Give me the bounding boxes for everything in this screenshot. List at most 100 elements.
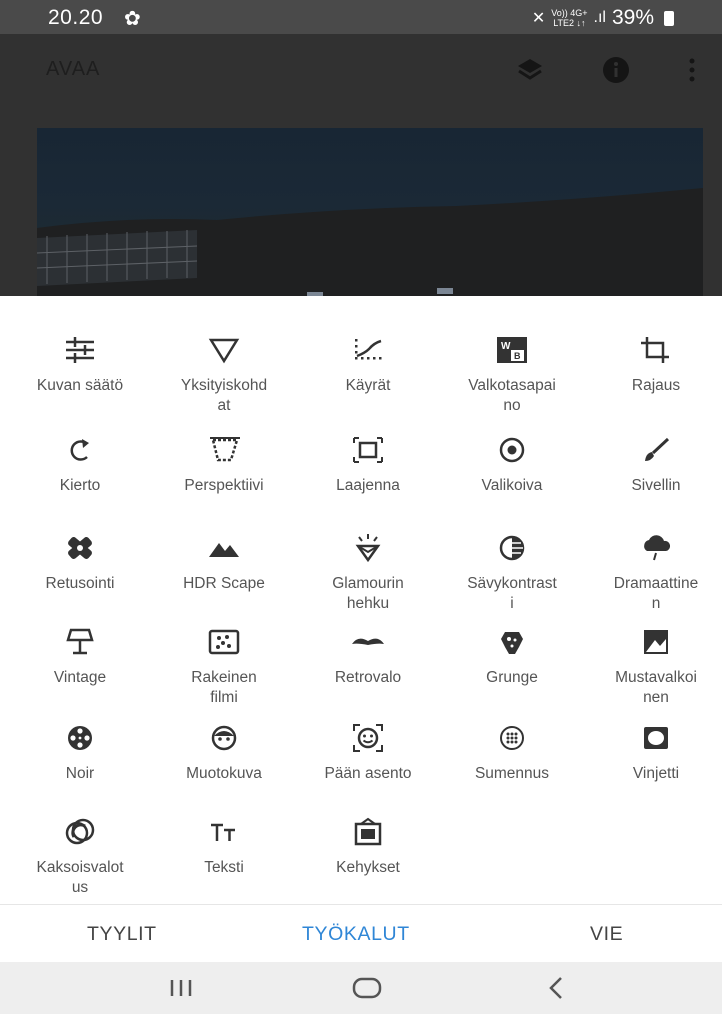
layers-icon[interactable] — [510, 50, 550, 90]
curves-icon — [296, 330, 440, 370]
tool-perspektiivi[interactable]: Perspektiivi — [152, 430, 296, 496]
tool-label: Dramaattine n — [613, 575, 699, 612]
open-button[interactable]: AVAA — [46, 58, 100, 81]
tool-label: HDR Scape — [183, 575, 265, 592]
tool-valkotasapaino[interactable]: WB Valkotasapai no — [440, 330, 584, 416]
tool-sumennus[interactable]: Sumennus — [440, 718, 584, 784]
tool-label: Sumennus — [474, 765, 550, 782]
system-navigation-bar — [0, 962, 722, 1014]
tool-teksti[interactable]: Teksti — [152, 812, 296, 878]
frames-icon — [296, 812, 440, 852]
tool-label: Noir — [65, 765, 95, 782]
healing-icon — [8, 528, 152, 568]
brush-icon — [584, 430, 722, 470]
tool-mustavalkoinen[interactable]: Mustavalkoi nen — [584, 622, 722, 708]
tool-label: Perspektiivi — [184, 477, 264, 494]
tool-label: Yksityiskohd at — [180, 377, 268, 414]
selective-icon — [440, 430, 584, 470]
tool-valikoiva[interactable]: Valikoiva — [440, 430, 584, 496]
tab-tools[interactable]: TYÖKALUT — [302, 923, 410, 946]
tool-noir[interactable]: Noir — [8, 718, 152, 784]
tool-laajenna[interactable]: Laajenna — [296, 430, 440, 496]
battery-icon — [664, 10, 674, 26]
tool-dramaattinen[interactable]: Dramaattine n — [584, 528, 722, 614]
tool-label: Pään asento — [324, 765, 412, 782]
status-bar: 20.20 ✿ ✕ Vo)) 4G+ LTE2 ↓↑ .ıl 39% — [0, 0, 722, 34]
glamour-glow-icon — [296, 528, 440, 568]
status-time: 20.20 — [48, 6, 104, 29]
expand-icon — [296, 430, 440, 470]
tool-kaksoisvalotus[interactable]: Kaksoisvalot us — [8, 812, 152, 898]
vintage-lamp-icon — [8, 622, 152, 662]
tool-kierto[interactable]: Kierto — [8, 430, 152, 496]
text-icon — [152, 812, 296, 852]
tool-label: Sivellin — [631, 477, 681, 494]
info-icon[interactable] — [596, 50, 636, 90]
grainy-film-icon — [152, 622, 296, 662]
tool-label: Teksti — [204, 859, 244, 876]
details-triangle-icon — [152, 330, 296, 370]
film-reel-icon — [8, 718, 152, 758]
app-bar-dimmed: AVAA — [0, 34, 722, 296]
black-white-icon — [584, 622, 722, 662]
tool-label: Retusointi — [45, 575, 115, 592]
tool-grunge[interactable]: Grunge — [440, 622, 584, 688]
tool-label: Vinjetti — [632, 765, 680, 782]
tool-yksityiskohdat[interactable]: Yksityiskohd at — [152, 330, 296, 416]
hdr-mountains-icon — [152, 528, 296, 568]
mute-icon: ✕ — [531, 10, 546, 27]
tool-label: Käyrät — [345, 377, 391, 394]
bottom-tabs: TYYLIT TYÖKALUT VIE — [0, 904, 722, 963]
tool-label: Laajenna — [336, 477, 400, 494]
tab-export[interactable]: VIE — [590, 923, 623, 946]
tool-label: Sävykontrast i — [467, 575, 557, 612]
tool-savykontrasti[interactable]: Sävykontrast i — [440, 528, 584, 614]
home-icon[interactable] — [350, 975, 384, 1006]
svg-text:B: B — [514, 351, 521, 361]
tab-styles[interactable]: TYYLIT — [87, 923, 157, 946]
tool-kuvan-saato[interactable]: Kuvan säätö — [8, 330, 152, 396]
mustache-icon — [296, 622, 440, 662]
tool-label: Valikoiva — [481, 477, 543, 494]
tool-hdr-scape[interactable]: HDR Scape — [152, 528, 296, 594]
tool-vinjetti[interactable]: Vinjetti — [584, 718, 722, 784]
tool-sivellin[interactable]: Sivellin — [584, 430, 722, 496]
head-pose-icon — [296, 718, 440, 758]
photo-preview — [37, 128, 703, 296]
perspective-icon — [152, 430, 296, 470]
tool-retusointi[interactable]: Retusointi — [8, 528, 152, 594]
battery-percent: 39% — [611, 6, 654, 29]
tool-rajaus[interactable]: Rajaus — [584, 330, 722, 396]
tool-label: Kaksoisvalot us — [36, 859, 124, 896]
tool-label: Kehykset — [336, 859, 400, 876]
tool-kayrat[interactable]: Käyrät — [296, 330, 440, 396]
status-right: ✕ Vo)) 4G+ LTE2 ↓↑ .ıl 39% — [532, 6, 674, 30]
back-icon[interactable] — [543, 975, 569, 1006]
more-options-icon[interactable] — [672, 50, 712, 90]
tool-label: Kierto — [59, 477, 101, 494]
tool-rakeinen-filmi[interactable]: Rakeinen filmi — [152, 622, 296, 708]
white-balance-icon: WB — [440, 330, 584, 370]
tool-label: Muotokuva — [186, 765, 262, 782]
tonal-contrast-icon — [440, 528, 584, 568]
tool-glamourin-hehku[interactable]: Glamourin hehku — [296, 528, 440, 614]
tool-label: Retrovalo — [334, 669, 402, 686]
recent-apps-icon[interactable] — [166, 975, 196, 1006]
rotate-icon — [8, 430, 152, 470]
drama-cloud-icon — [584, 528, 722, 568]
tool-label: Glamourin hehku — [332, 575, 404, 612]
tool-kehykset[interactable]: Kehykset — [296, 812, 440, 878]
lens-blur-icon — [440, 718, 584, 758]
tool-label: Grunge — [486, 669, 538, 686]
tool-retrovalo[interactable]: Retrovalo — [296, 622, 440, 688]
tool-label: Valkotasapai no — [468, 377, 556, 414]
tool-muotokuva[interactable]: Muotokuva — [152, 718, 296, 784]
tool-vintage[interactable]: Vintage — [8, 622, 152, 688]
tune-icon — [8, 330, 152, 370]
grunge-icon — [440, 622, 584, 662]
settings-notification-icon: ✿ — [124, 8, 141, 30]
tool-paan-asento[interactable]: Pään asento — [296, 718, 440, 784]
tool-label: Mustavalkoi nen — [615, 669, 697, 706]
tool-label: Kuvan säätö — [36, 377, 124, 394]
double-exposure-icon — [8, 812, 152, 852]
